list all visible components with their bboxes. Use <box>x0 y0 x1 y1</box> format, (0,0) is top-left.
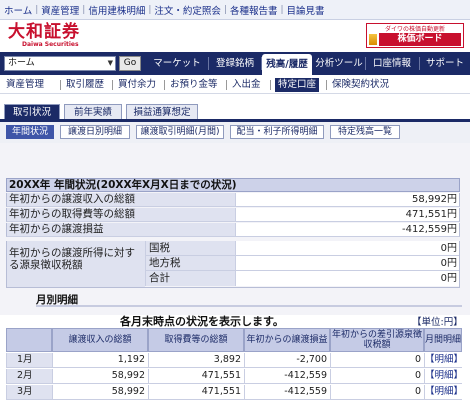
tab-last-year[interactable]: 前年実績 <box>64 104 122 119</box>
nav-analysis[interactable]: 分析ツール <box>314 52 364 75</box>
tab-trading-status[interactable]: 取引状況 <box>4 104 60 119</box>
tax-local-value: 0円 <box>235 256 459 271</box>
subnav-cash-transfer[interactable]: 入出金 <box>232 75 261 94</box>
nav-support[interactable]: サポート <box>421 52 469 75</box>
subnav-divider <box>270 80 271 90</box>
toplink-home[interactable]: ホーム <box>4 3 32 17</box>
go-button[interactable]: Go <box>119 56 141 71</box>
logo-subtext: Daiwa Securities <box>22 41 79 48</box>
subnav-insurance[interactable]: 保険契約状況 <box>332 75 389 94</box>
column-header: 取得費等の総額 <box>148 328 244 352</box>
subnav-buying-power[interactable]: 買付余力 <box>118 75 156 94</box>
top-link-bar: ホーム | 資産管理 | 信用建株明細 | 注文・約定照会 | 各種報告書 | 目論見書 <box>0 0 470 20</box>
separator: | <box>223 4 227 15</box>
pl-cell: -2,700 <box>244 353 330 368</box>
column-header: 年初からの差引源泉徴収税額 <box>330 328 424 352</box>
tab-bar: 取引状況 前年実績 損益通算想定 <box>0 104 470 122</box>
subnav-assets[interactable]: 資産管理 <box>6 75 44 94</box>
subtab-by-date[interactable]: 譲渡日別明細 <box>60 125 130 139</box>
pl-cell: -412,559 <box>244 385 330 400</box>
withholding-tax-box: 年初からの譲渡所得に対する源泉徴収税額 国税 0円 地方税 0円 合計 0円 <box>6 241 460 288</box>
detail-link[interactable]: 【明細】 <box>424 369 463 384</box>
cost-cell: 3,892 <box>148 353 244 368</box>
logo-text: 大和証券 <box>8 22 80 42</box>
withholding-tax-label: 年初からの譲渡所得に対する源泉徴収税額 <box>7 241 145 287</box>
column-header <box>6 328 52 352</box>
nav-divider <box>419 57 420 70</box>
subtab-annual[interactable]: 年間状況 <box>6 125 54 139</box>
nav-divider <box>208 57 209 70</box>
nav-registered[interactable]: 登録銘柄 <box>210 52 260 75</box>
cost-cell: 471,551 <box>148 369 244 384</box>
pl-cell: -412,559 <box>244 369 330 384</box>
subnav-deposits[interactable]: お預り金等 <box>170 75 218 94</box>
sub-nav: 資産管理 取引履歴 買付余力 お預り金等 入出金 特定口座 保険契約状況 <box>0 75 470 94</box>
summary-row: 年初からの取得費等の総額 471,551円 <box>6 208 460 222</box>
nav-balance-history[interactable]: 残高/履歴 <box>262 54 312 75</box>
summary-value: -412,559円 <box>235 223 459 236</box>
tax-national-value: 0円 <box>235 241 459 256</box>
summary-label: 年初からの譲渡損益 <box>7 223 235 236</box>
summary-label: 年初からの譲渡収入の総額 <box>7 193 235 206</box>
stock-board-banner[interactable]: ダイワの株価自動更新 株価ボード <box>366 23 464 48</box>
summary-row: 年初からの譲渡損益 -412,559円 <box>6 223 460 237</box>
subnav-trade-history[interactable]: 取引履歴 <box>66 75 104 94</box>
detail-link[interactable]: 【明細】 <box>424 353 463 368</box>
subnav-divider <box>112 80 113 90</box>
revenue-cell: 1,192 <box>52 353 148 368</box>
column-header: 月間明細 <box>424 328 462 352</box>
toplink-assets[interactable]: 資産管理 <box>41 3 79 17</box>
toplink-prospectus[interactable]: 目論見書 <box>287 3 325 17</box>
separator: | <box>82 4 86 15</box>
summary-label: 年初からの取得費等の総額 <box>7 208 235 221</box>
tax-cell: 0 <box>330 369 424 384</box>
month-cell: 3月 <box>6 385 52 400</box>
tax-total-label: 合計 <box>145 271 235 286</box>
subnav-divider <box>326 80 327 90</box>
toplink-margin[interactable]: 信用建株明細 <box>88 3 145 17</box>
month-cell: 2月 <box>6 369 52 384</box>
unit-label: 【単位:円】 <box>412 317 463 328</box>
month-cell: 1月 <box>6 353 52 368</box>
tax-cell: 0 <box>330 385 424 400</box>
detail-link[interactable]: 【明細】 <box>424 385 463 400</box>
summary-header: 20XX年 年間状況(20XX年X月X日までの状況) <box>6 178 460 192</box>
summary-row: 年初からの譲渡収入の総額 58,992円 <box>6 193 460 207</box>
tab-loss-offset[interactable]: 損益通算想定 <box>126 104 198 119</box>
logo[interactable]: 大和証券 Daiwa Securities <box>8 23 80 48</box>
subtab-monthly-trades[interactable]: 譲渡取引明細(月間) <box>136 125 224 139</box>
monthly-message: 各月末時点の状況を表示します。 <box>120 315 284 328</box>
separator: | <box>280 4 284 15</box>
separator: | <box>35 4 39 15</box>
toplink-orders[interactable]: 注文・約定照会 <box>154 3 221 17</box>
page-select[interactable]: ホーム <box>4 56 116 71</box>
nav-account[interactable]: 口座情報 <box>366 52 418 75</box>
promo-title: 株価ボード <box>369 33 461 46</box>
cost-cell: 471,551 <box>148 385 244 400</box>
subnav-divider <box>226 80 227 90</box>
main-nav: ホーム Go マーケット 登録銘柄 残高/履歴 分析ツール 口座情報 サポート <box>0 52 470 75</box>
summary-value: 471,551円 <box>235 208 459 221</box>
subnav-divider <box>164 80 165 90</box>
column-header: 年初からの譲渡損益 <box>244 328 330 352</box>
subtab-balance-list[interactable]: 特定残高一覧 <box>330 125 400 139</box>
subnav-specific-account[interactable]: 特定口座 <box>275 78 320 92</box>
subtab-dividends[interactable]: 配当・利子所得明細 <box>230 125 324 139</box>
revenue-cell: 58,992 <box>52 369 148 384</box>
revenue-cell: 58,992 <box>52 385 148 400</box>
subtab-bar: 年間状況 譲渡日別明細 譲渡取引明細(月間) 配当・利子所得明細 特定残高一覧 <box>0 122 470 143</box>
summary-value: 58,992円 <box>235 193 459 206</box>
tax-total-value: 0円 <box>235 271 459 286</box>
subnav-divider <box>60 80 61 90</box>
tax-national-label: 国税 <box>145 241 235 256</box>
tax-cell: 0 <box>330 353 424 368</box>
separator: | <box>148 4 152 15</box>
header: 大和証券 Daiwa Securities ダイワの株価自動更新 株価ボード <box>0 20 470 52</box>
tax-local-label: 地方税 <box>145 256 235 271</box>
column-header: 譲渡収入の総額 <box>52 328 148 352</box>
toplink-reports[interactable]: 各種報告書 <box>230 3 278 17</box>
section-divider <box>36 305 462 307</box>
nav-market[interactable]: マーケット <box>148 52 206 75</box>
